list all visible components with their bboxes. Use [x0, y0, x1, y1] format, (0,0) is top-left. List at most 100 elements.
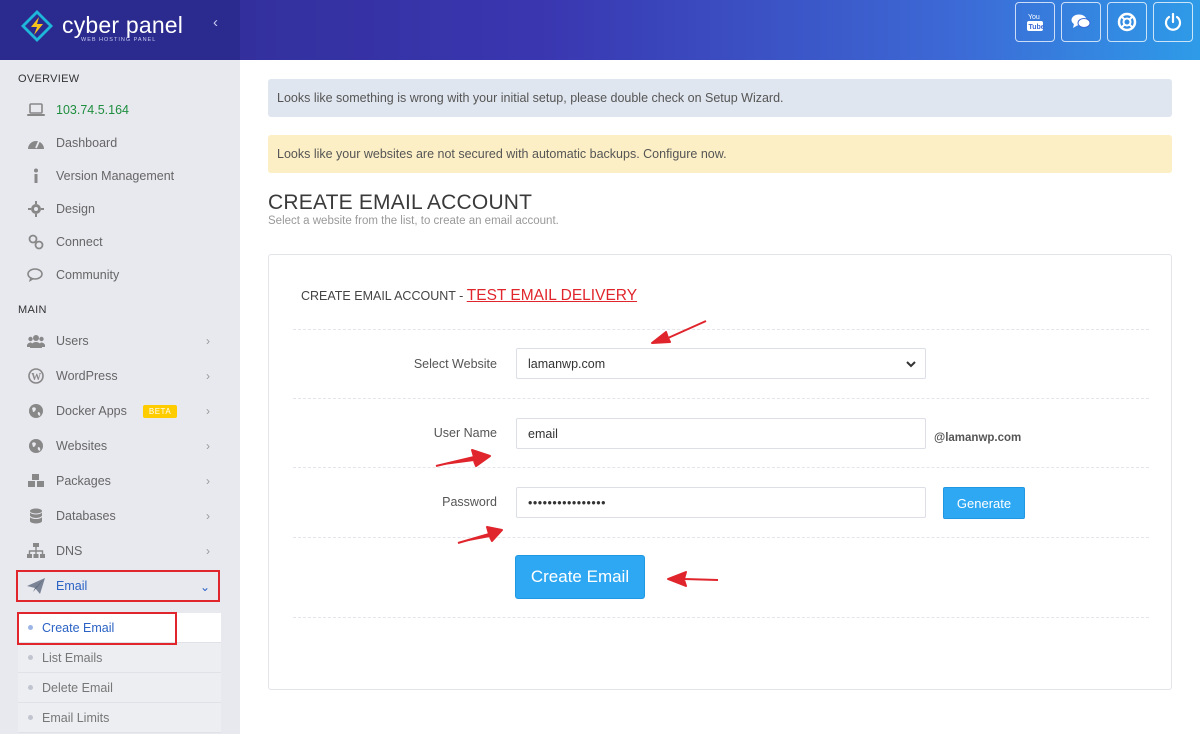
chevron-right-icon: ›	[206, 509, 210, 523]
database-icon	[26, 507, 46, 525]
test-email-delivery-link[interactable]: TEST EMAIL DELIVERY	[467, 287, 637, 304]
panel-title: CREATE EMAIL ACCOUNT - TEST EMAIL DELIVE…	[301, 287, 637, 305]
sidebar-item-community[interactable]: Community	[18, 260, 218, 290]
sidebar-item-databases[interactable]: Databases ›	[18, 501, 218, 531]
divider	[293, 537, 1149, 538]
user-name-label: User Name	[433, 426, 497, 440]
sidebar-item-docker-apps[interactable]: Docker Apps BETA ›	[18, 396, 218, 426]
generate-button[interactable]: Generate	[943, 487, 1025, 519]
sidebar-subitem-label: Delete Email	[42, 680, 113, 695]
chevron-right-icon: ›	[206, 334, 210, 348]
page-title: CREATE EMAIL ACCOUNT	[268, 191, 533, 214]
sidebar-item-server-ip[interactable]: 103.74.5.164	[18, 95, 218, 125]
link-icon	[26, 233, 46, 251]
divider	[293, 467, 1149, 468]
sidebar-item-label: Email	[56, 579, 88, 593]
sidebar-subitem-list-emails[interactable]: List Emails	[18, 643, 221, 673]
panel-heading: CREATE EMAIL ACCOUNT -	[301, 289, 467, 303]
highlight-box	[17, 612, 177, 645]
sidebar-item-label: Connect	[56, 235, 103, 249]
top-actions: You Tube	[1015, 2, 1193, 42]
power-icon	[1164, 13, 1182, 31]
sidebar-item-label: Docker Apps	[56, 404, 127, 418]
sidebar-item-wordpress[interactable]: W WordPress ›	[18, 361, 218, 391]
sidebar-item-design[interactable]: Design	[18, 194, 218, 224]
users-icon	[26, 332, 46, 350]
bullet-icon	[28, 685, 33, 690]
annotation-arrow	[651, 320, 707, 344]
sidebar-item-label: Databases	[56, 509, 116, 523]
top-bar: cyber panel WEB HOSTING PANEL ‹ You Tube	[0, 0, 1200, 60]
sidebar-section-overview: OVERVIEW	[18, 73, 80, 85]
backup-alert[interactable]: Looks like your websites are not secured…	[268, 135, 1172, 173]
brand-tagline: WEB HOSTING PANEL	[81, 37, 157, 43]
sidebar-item-label: 103.74.5.164	[56, 103, 129, 117]
sidebar-item-label: Design	[56, 202, 95, 216]
sidebar-item-websites[interactable]: Websites ›	[18, 431, 218, 461]
divider	[293, 329, 1149, 330]
sidebar-item-version-management[interactable]: Version Management	[18, 161, 218, 191]
chevron-right-icon: ›	[206, 369, 210, 383]
power-button[interactable]	[1153, 2, 1193, 42]
select-website-label: Select Website	[413, 357, 497, 371]
divider	[293, 398, 1149, 399]
chevron-down-icon: ⌄	[199, 580, 210, 594]
beta-badge: BETA	[142, 404, 178, 418]
support-button[interactable]	[1107, 2, 1147, 42]
chat-icon	[1071, 14, 1091, 28]
bullet-icon	[28, 715, 33, 720]
gear-icon	[26, 200, 46, 218]
sitemap-icon	[26, 542, 46, 560]
bullet-icon	[28, 655, 33, 660]
user-name-value: email	[528, 426, 558, 441]
chevron-right-icon: ›	[206, 544, 210, 558]
chevron-right-icon: ›	[206, 474, 210, 488]
chevron-right-icon: ›	[206, 404, 210, 418]
info-icon	[26, 167, 46, 185]
setup-alert[interactable]: Looks like something is wrong with your …	[268, 79, 1172, 117]
password-label: Password	[442, 495, 497, 509]
sidebar-subitem-delete-email[interactable]: Delete Email	[18, 673, 221, 703]
cyberpanel-logo-icon	[21, 10, 53, 42]
chevron-down-icon	[906, 361, 916, 368]
chevron-right-icon: ›	[206, 439, 210, 453]
globe-icon	[26, 402, 46, 420]
globe-icon	[26, 437, 46, 455]
sidebar-item-users[interactable]: Users ›	[18, 326, 218, 356]
sidebar-item-dashboard[interactable]: Dashboard	[18, 128, 218, 158]
svg-text:You: You	[1028, 14, 1040, 21]
brand[interactable]: cyber panel WEB HOSTING PANEL ‹	[0, 0, 240, 60]
cubes-icon	[26, 472, 46, 490]
comments-icon	[26, 266, 46, 284]
sidebar-section-main: MAIN	[18, 304, 47, 316]
sidebar-subitem-label: List Emails	[42, 650, 103, 665]
annotation-arrow	[457, 526, 503, 544]
svg-text:W: W	[31, 372, 41, 383]
sidebar-subitem-email-limits[interactable]: Email Limits	[18, 703, 221, 733]
annotation-arrow	[667, 571, 719, 587]
sidebar-item-label: DNS	[56, 544, 83, 558]
website-select[interactable]: lamanwp.com	[516, 348, 926, 379]
sidebar-item-dns[interactable]: DNS ›	[18, 536, 218, 566]
sidebar-item-label: Packages	[56, 474, 111, 488]
password-input[interactable]: ••••••••••••••••	[516, 487, 926, 518]
sidebar-item-label: Version Management	[56, 169, 175, 183]
wordpress-icon: W	[26, 367, 46, 385]
brand-name: cyber panel	[62, 12, 184, 38]
youtube-button[interactable]: You Tube	[1015, 2, 1055, 42]
divider	[293, 617, 1149, 618]
sidebar-item-label: Community	[56, 268, 120, 282]
annotation-arrow	[435, 449, 491, 467]
create-email-button[interactable]: Create Email	[515, 555, 645, 599]
collapse-sidebar-icon[interactable]: ‹	[213, 14, 227, 34]
user-name-input[interactable]: email	[516, 418, 926, 449]
paper-plane-icon	[26, 577, 46, 595]
domain-suffix: @lamanwp.com	[934, 432, 1022, 444]
laptop-icon	[26, 101, 46, 119]
sidebar-item-email[interactable]: Email ⌄	[16, 570, 220, 602]
chat-button[interactable]	[1061, 2, 1101, 42]
website-select-value: lamanwp.com	[528, 356, 606, 371]
sidebar-item-connect[interactable]: Connect	[18, 227, 218, 257]
sidebar-item-packages[interactable]: Packages ›	[18, 466, 218, 496]
create-email-panel: CREATE EMAIL ACCOUNT - TEST EMAIL DELIVE…	[268, 254, 1172, 690]
